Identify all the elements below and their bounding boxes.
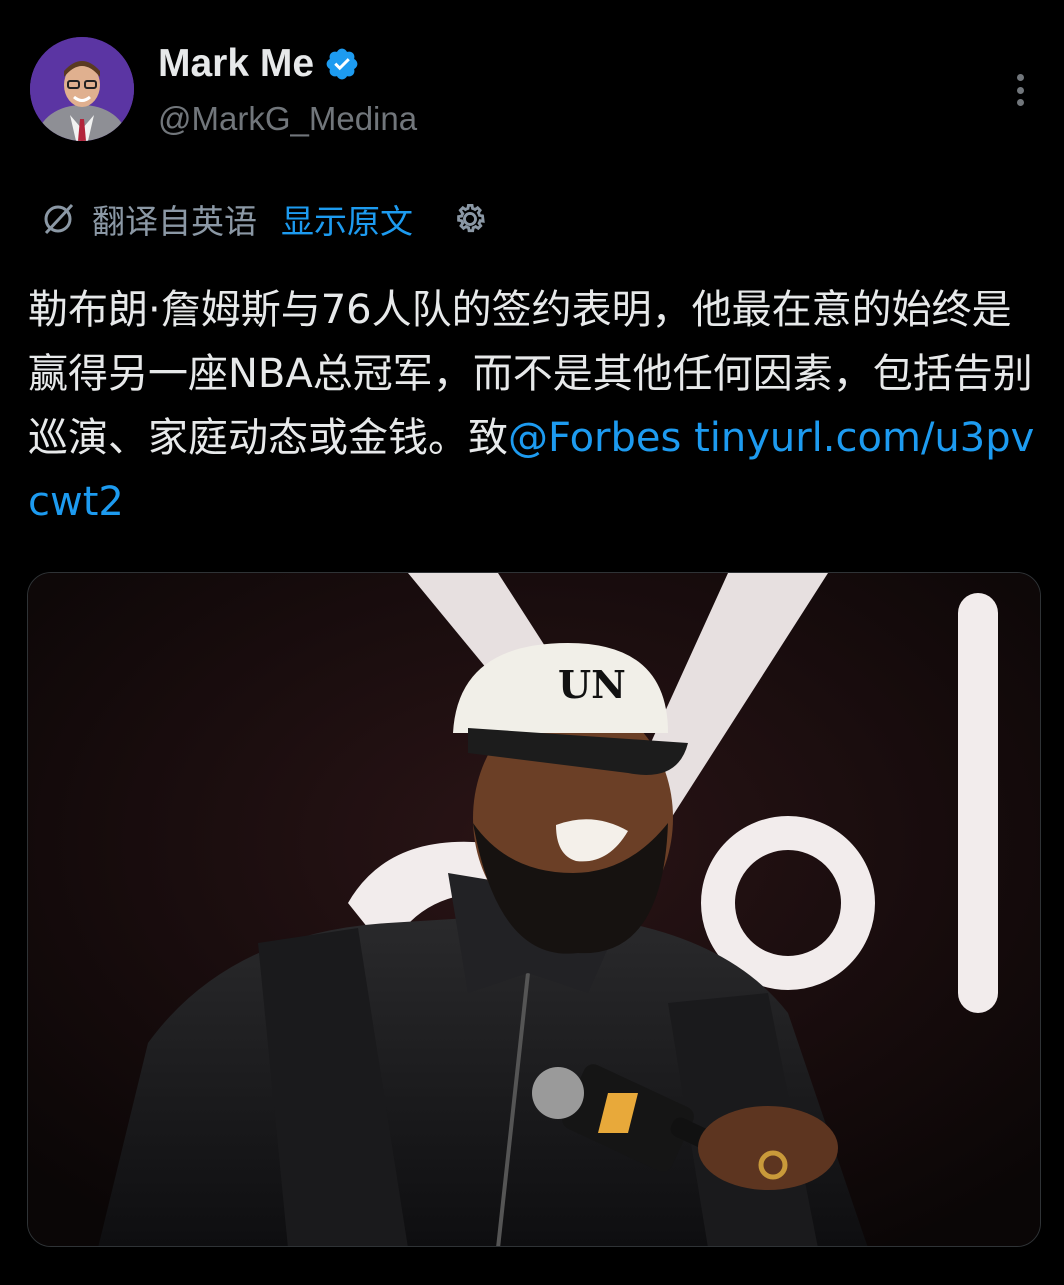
more-options-icon[interactable] [1004,70,1036,110]
author-display-name[interactable]: Mark Me [158,42,314,86]
translate-icon [44,203,74,235]
gear-icon[interactable] [451,200,489,238]
cap-logo: UN [558,662,626,707]
translated-from-label: 翻译自英语 [92,202,257,241]
author-handle[interactable]: @MarkG_Medina [158,100,417,138]
tweet-text: 勒布朗·詹姆斯与76人队的签约表明，他最在意的始终是赢得另一座NBA总冠军，而不… [28,278,1038,534]
verified-badge-icon [326,48,358,80]
author-name-row[interactable]: Mark Me [158,40,360,88]
avatar-photo [30,37,134,141]
photo: UN [28,573,1040,1246]
translation-bar: 翻译自英语 显示原文 [40,196,489,242]
mention-link[interactable]: @Forbes [508,415,681,461]
show-original-link[interactable]: 显示原文 [281,195,413,243]
tweet-media-image[interactable]: UN [27,572,1041,1247]
author-avatar[interactable] [30,37,134,141]
